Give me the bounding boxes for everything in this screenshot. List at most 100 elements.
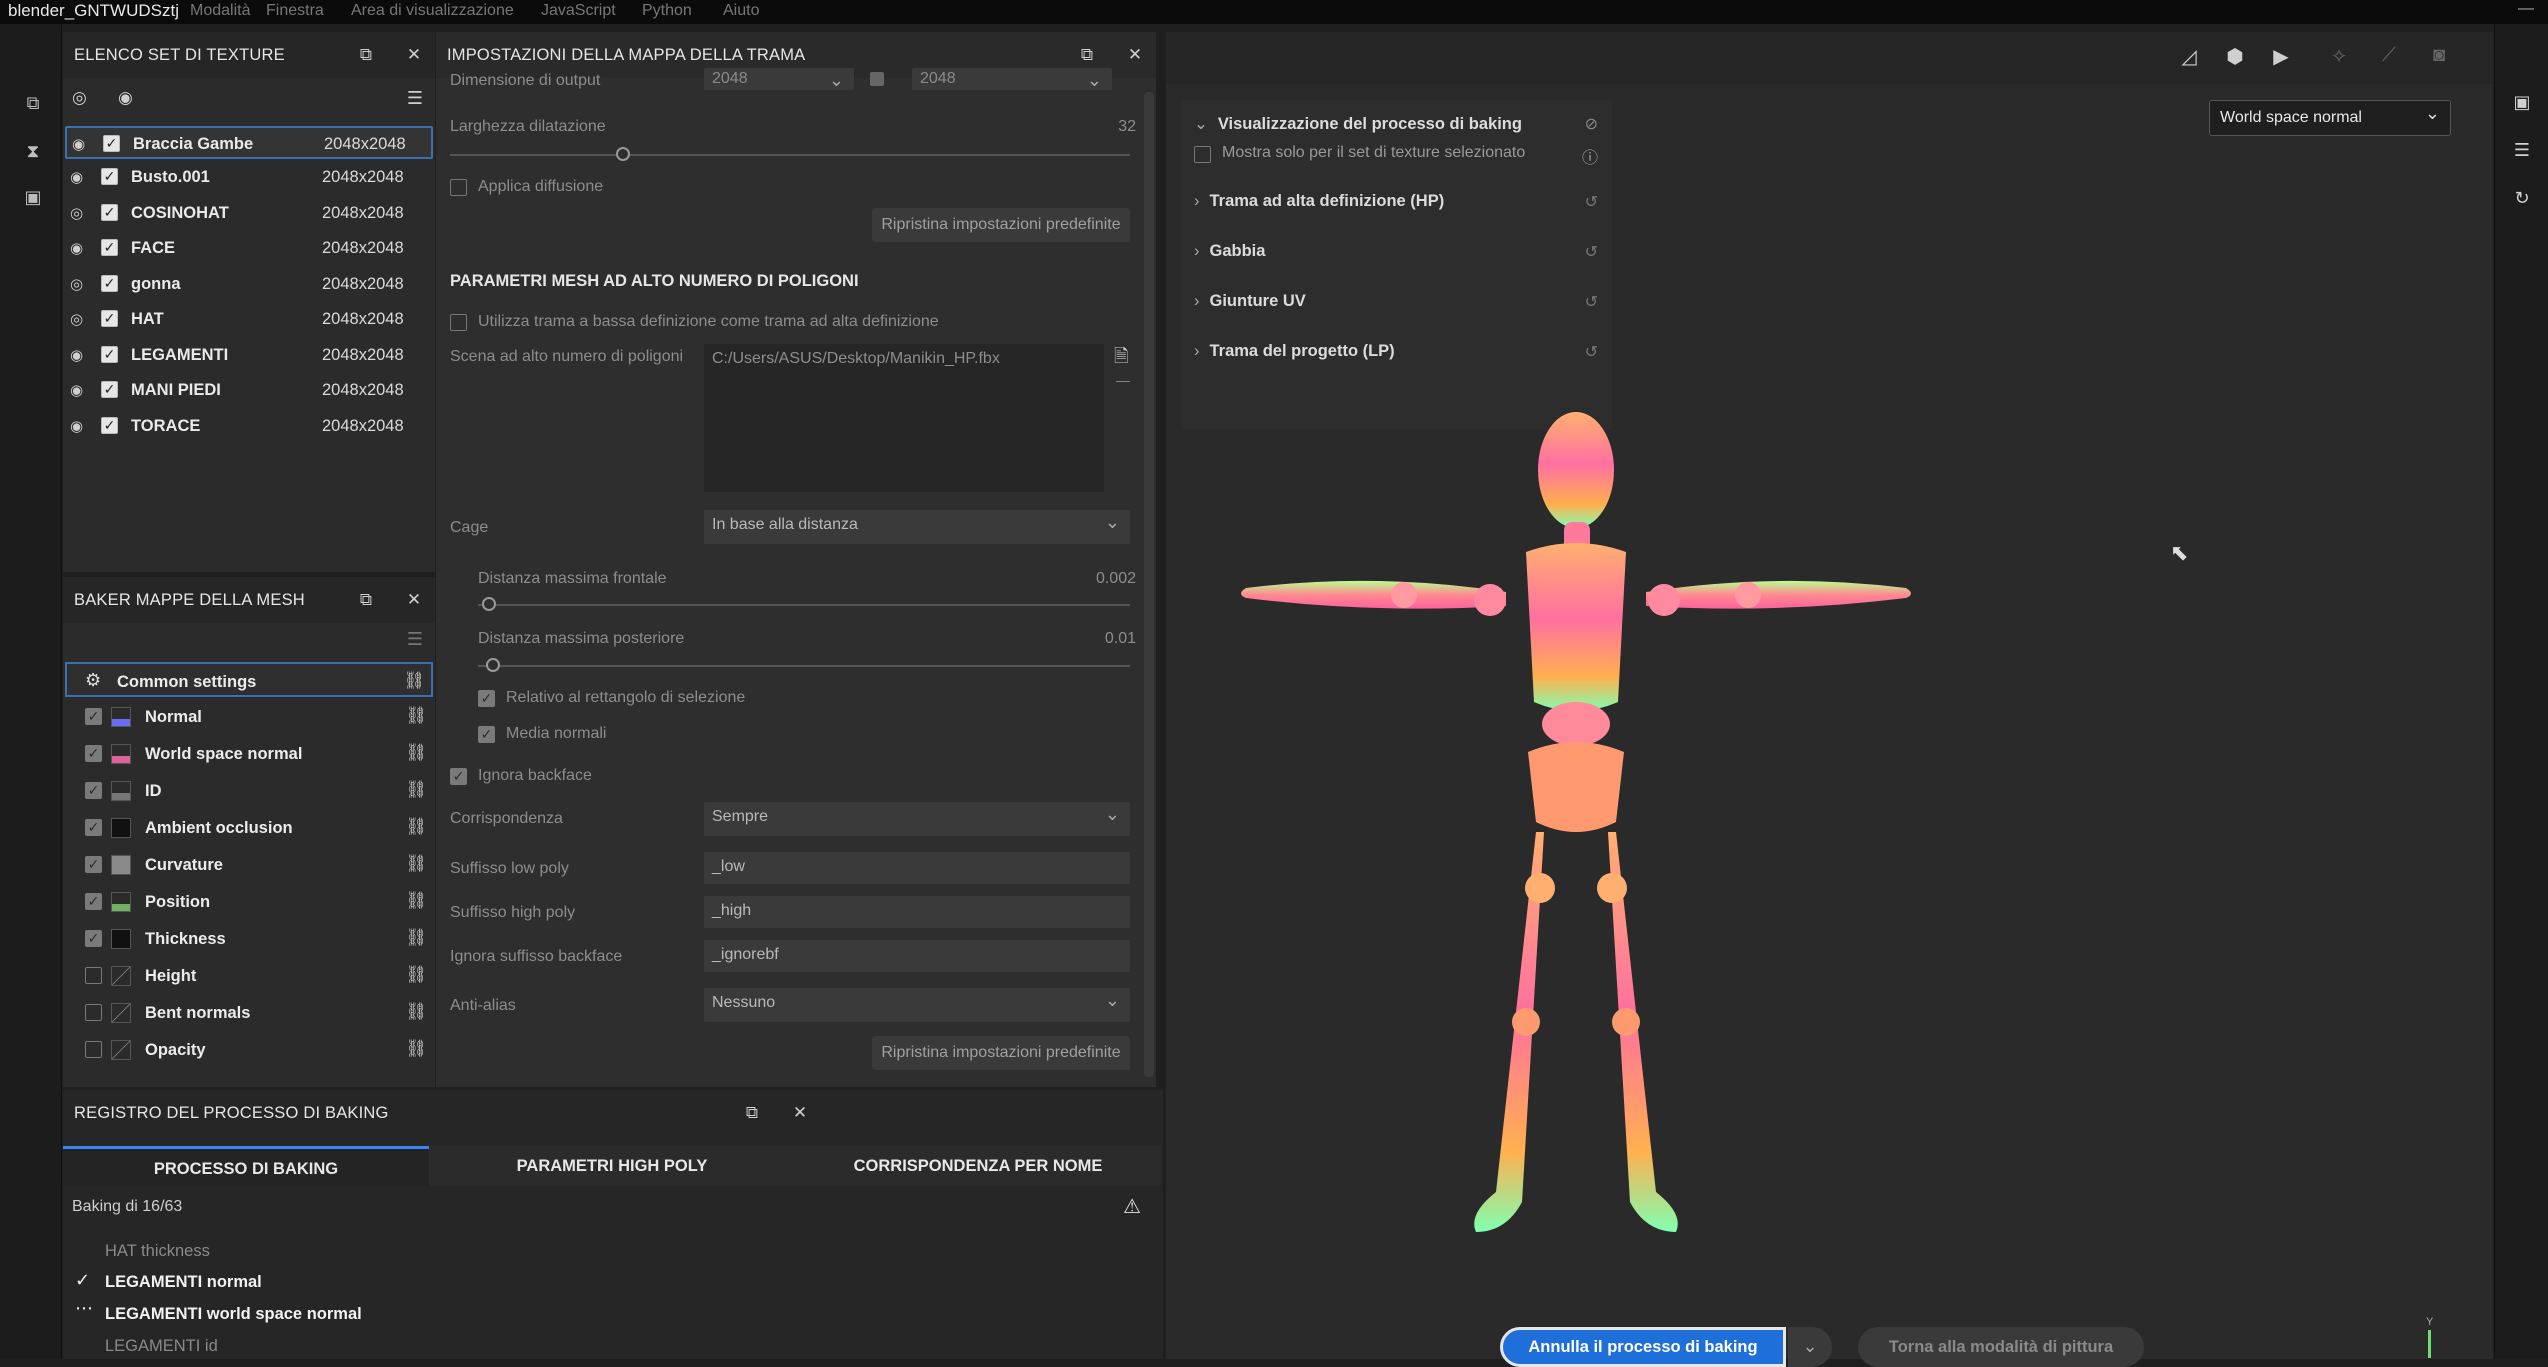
common-settings-row[interactable]: ⚙ Common settings ⛓ xyxy=(65,662,433,697)
lp-suffix-input[interactable]: _low xyxy=(704,852,1130,884)
link-icon[interactable]: ⛓ xyxy=(405,1002,427,1022)
menu-finestra[interactable]: Finestra xyxy=(266,2,324,20)
texture-set-row[interactable]: ◎ ✓ COSINOHAT 2048x2048 xyxy=(65,197,433,230)
average-normals-checkbox[interactable]: ✓ xyxy=(478,726,495,743)
menu-python[interactable]: Python xyxy=(642,2,692,20)
output-width-select[interactable]: 2048 xyxy=(704,68,854,91)
baker-checkbox[interactable]: ✓ xyxy=(85,708,102,725)
eye-icon[interactable]: ◉ xyxy=(70,168,90,186)
bake-vis-row[interactable]: › Trama ad alta definizione (HP) xyxy=(1194,192,1444,211)
baker-checkbox[interactable]: ✓ xyxy=(85,856,102,873)
cancel-baking-button[interactable]: Annulla il processo di baking xyxy=(1500,1327,1786,1367)
texture-set-row[interactable]: ◉ ✓ MANI PIEDI 2048x2048 xyxy=(65,374,433,407)
eye-toggle-all-icon[interactable]: ◎ xyxy=(72,88,87,108)
texture-set-tool-icon[interactable]: ⧉ xyxy=(22,92,44,114)
texture-settings-icon[interactable]: ▣ xyxy=(2511,92,2533,114)
eye-off-icon[interactable]: ⊘ xyxy=(1585,114,1598,134)
file-icon[interactable]: 🗎 xyxy=(1114,344,1128,374)
baker-checkbox[interactable]: ✓ xyxy=(85,1041,102,1058)
tab-high-poly-params[interactable]: PARAMETRI HIGH POLY xyxy=(429,1146,795,1186)
texture-set-checkbox[interactable]: ✓ xyxy=(101,381,118,398)
use-lp-as-hp-checkbox[interactable]: ✓ xyxy=(450,314,467,331)
hp-scene-list[interactable]: C:/Users/ASUS/Desktop/Manikin_HP.fbx xyxy=(704,344,1104,492)
baker-map-row[interactable]: ✓ World space normal ⛓ xyxy=(65,736,433,771)
undock-icon[interactable]: ⧉ xyxy=(355,44,377,66)
undock-icon[interactable]: ⧉ xyxy=(1076,44,1098,66)
texture-set-row[interactable]: ◉ ✓ Busto.001 2048x2048 xyxy=(65,161,433,194)
eye-icon[interactable]: ◉ xyxy=(118,88,133,108)
tab-baking-process[interactable]: PROCESSO DI BAKING xyxy=(63,1146,429,1186)
list-menu-icon[interactable]: ☰ xyxy=(407,629,423,650)
ignore-backface-checkbox[interactable]: ✓ xyxy=(450,768,467,785)
texture-set-row[interactable]: ◉ ✓ Braccia Gambe 2048x2048 xyxy=(65,126,433,159)
info-icon[interactable]: ⓘ xyxy=(1582,144,1598,168)
texture-set-checkbox[interactable]: ✓ xyxy=(101,204,118,221)
texture-set-checkbox[interactable]: ✓ xyxy=(101,168,118,185)
link-size-icon[interactable] xyxy=(870,72,884,86)
baker-tool-icon[interactable]: ▣ xyxy=(22,186,44,208)
apply-diffusion-checkbox[interactable]: ✓ xyxy=(450,179,467,196)
camera-icon[interactable]: ◙ xyxy=(2426,44,2452,70)
output-height-select[interactable]: 2048 xyxy=(912,68,1112,91)
texture-set-checkbox[interactable]: ✓ xyxy=(101,275,118,292)
baker-map-row[interactable]: ✓ Ambient occlusion ⛓ xyxy=(65,810,433,845)
reset-defaults-button[interactable]: Ripristina impostazioni predefinite xyxy=(872,208,1130,242)
texture-set-checkbox[interactable]: ✓ xyxy=(101,417,118,434)
texture-set-checkbox[interactable]: ✓ xyxy=(101,239,118,256)
reset-icon[interactable]: ↺ xyxy=(1585,242,1598,262)
reset-icon[interactable]: ↺ xyxy=(1585,192,1598,212)
baker-map-row[interactable]: ✓ Normal ⛓ xyxy=(65,699,433,734)
hourglass-icon[interactable]: ⧗ xyxy=(22,140,44,162)
eye-icon[interactable]: ◉ xyxy=(70,346,90,364)
relative-bbox-checkbox[interactable]: ✓ xyxy=(478,690,495,707)
menu-modalita[interactable]: Modalità xyxy=(190,2,250,20)
scrollbar[interactable] xyxy=(1144,92,1154,1077)
menu-javascript[interactable]: JavaScript xyxy=(541,2,616,20)
texture-set-checkbox[interactable]: ✓ xyxy=(101,310,118,327)
baker-checkbox[interactable]: ✓ xyxy=(85,967,102,984)
texture-set-row[interactable]: ◉ ✓ LEGAMENTI 2048x2048 xyxy=(65,339,433,372)
only-selected-checkbox[interactable]: ✓ xyxy=(1194,146,1211,163)
eye-icon[interactable]: ◉ xyxy=(70,417,90,435)
link-icon[interactable]: ⛓ xyxy=(405,1039,427,1059)
close-icon[interactable]: ✕ xyxy=(1124,44,1146,66)
video-camera-icon[interactable]: ▶ xyxy=(2268,44,2294,70)
cube-icon[interactable]: ⬢ xyxy=(2222,44,2248,70)
baker-map-row[interactable]: ✓ Thickness ⛓ xyxy=(65,921,433,956)
texture-set-checkbox[interactable]: ✓ xyxy=(103,135,120,152)
link-icon[interactable]: ⛓ xyxy=(405,780,427,800)
reset-icon[interactable]: ↺ xyxy=(1585,292,1598,312)
baker-map-row[interactable]: ✓ ID ⛓ xyxy=(65,773,433,808)
ignore-suffix-input[interactable]: _ignorebf xyxy=(704,940,1130,972)
back-distance-knob[interactable] xyxy=(486,658,500,672)
baker-checkbox[interactable]: ✓ xyxy=(85,893,102,910)
bake-vis-header[interactable]: ⌄ Visualizzazione del processo di baking xyxy=(1194,114,1522,134)
bake-vis-row[interactable]: › Trama del progetto (LP) xyxy=(1194,342,1395,361)
link-icon[interactable]: ⛓ xyxy=(405,928,427,948)
texture-set-row[interactable]: ◉ ✓ TORACE 2048x2048 xyxy=(65,410,433,443)
baker-checkbox[interactable]: ✓ xyxy=(85,1004,102,1021)
anti-alias-select[interactable]: Nessuno xyxy=(704,988,1130,1022)
baker-checkbox[interactable]: ✓ xyxy=(85,930,102,947)
baker-checkbox[interactable]: ✓ xyxy=(85,745,102,762)
undock-icon[interactable]: ⧉ xyxy=(741,1102,763,1124)
close-icon[interactable]: ✕ xyxy=(403,589,425,611)
baker-checkbox[interactable]: ✓ xyxy=(85,782,102,799)
link-icon[interactable]: ⛓ xyxy=(405,854,427,874)
remove-icon[interactable]: — xyxy=(1116,372,1130,388)
eye-icon[interactable]: ◎ xyxy=(70,310,90,328)
eye-icon[interactable]: ◎ xyxy=(70,275,90,293)
eye-icon[interactable]: ◉ xyxy=(70,239,90,257)
baker-map-row[interactable]: ✓ Opacity ⛓ xyxy=(65,1032,433,1067)
chevron-down-icon[interactable]: ⌄ xyxy=(1788,1327,1832,1367)
eye-icon[interactable]: ◉ xyxy=(70,381,90,399)
dilation-slider-knob[interactable] xyxy=(616,147,630,161)
history-icon[interactable]: ↻ xyxy=(2511,188,2533,210)
return-to-paint-button[interactable]: Torna alla modalità di pittura xyxy=(1858,1327,2144,1367)
map-display-select[interactable]: World space normal xyxy=(2209,100,2451,136)
dilation-slider[interactable] xyxy=(450,154,1130,156)
menu-aiuto[interactable]: Aiuto xyxy=(723,2,759,20)
link-icon[interactable]: ⛓ xyxy=(403,671,425,691)
texture-set-row[interactable]: ◎ ✓ HAT 2048x2048 xyxy=(65,303,433,336)
texture-set-row[interactable]: ◎ ✓ gonna 2048x2048 xyxy=(65,268,433,301)
